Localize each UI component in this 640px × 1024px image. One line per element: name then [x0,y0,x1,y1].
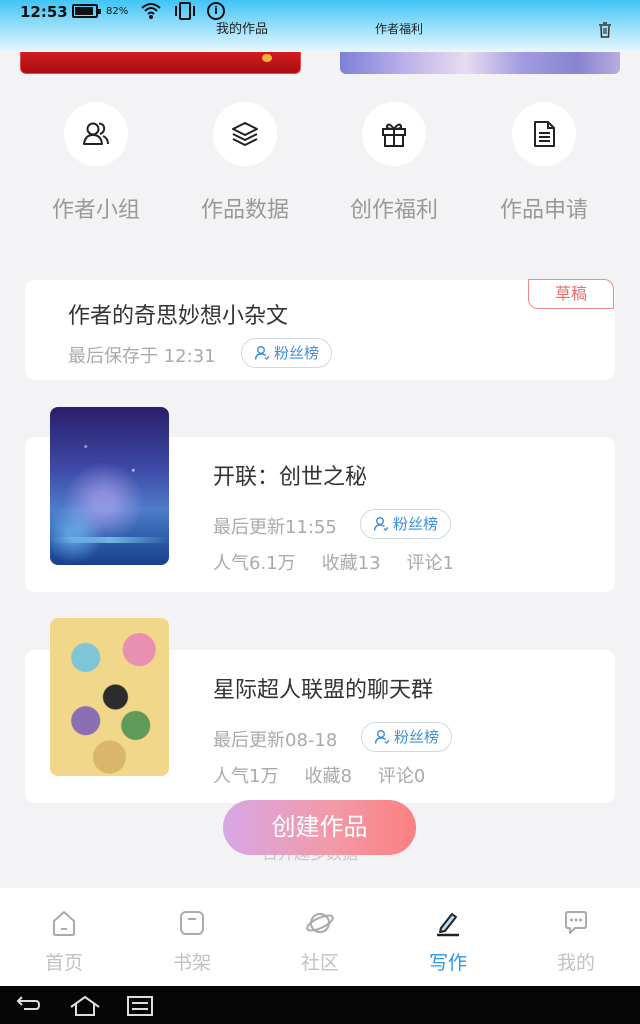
comments-count: 评论1 [406,553,454,574]
quick-action-creation-welfare[interactable]: 创作福利 [339,102,449,232]
nav-home[interactable]: 首页 [0,888,128,986]
nav-label: 我的 [556,952,595,974]
nav-bookshelf[interactable]: 书架 [128,888,256,986]
quick-action-label: 作品申请 [499,198,588,223]
people-icon [83,122,109,145]
fans-ranking-button[interactable]: 粉丝榜 [361,722,453,752]
popularity-count: 人气1万 [213,766,279,787]
draft-badge: 草稿 [528,279,614,309]
work-title: 开联：创世之秘 [213,465,368,490]
draft-card[interactable]: 草稿 作者的奇思妙想小杂文 最后保存于 12:31 粉丝榜 [25,279,615,380]
fans-ranking-button[interactable]: 粉丝榜 [241,338,333,368]
wifi-icon [141,3,161,19]
nav-community[interactable]: 社区 [256,888,384,986]
recent-apps-icon[interactable] [126,995,154,1017]
user-icon [374,730,390,744]
home-icon [53,911,75,936]
status-time: 12:53 [20,3,68,21]
nav-writing[interactable]: 写作 [384,888,512,986]
work-stats: 人气1万 收藏8 评论0 [213,762,451,788]
work-updated-time: 最后更新08-18 [213,730,338,751]
nav-label: 首页 [44,952,83,974]
pen-icon [437,913,459,937]
fans-ranking-label: 粉丝榜 [394,728,440,746]
battery-icon [72,4,101,18]
battery-percent: 82% [106,6,129,17]
comments-count: 评论0 [377,766,426,787]
document-icon [534,121,555,147]
fans-ranking-button[interactable]: 粉丝榜 [360,509,452,539]
quick-action-label: 作品数据 [200,198,289,223]
back-icon[interactable] [14,995,42,1015]
quick-action-author-group[interactable]: 作者小组 [41,102,151,232]
tab-my-works[interactable]: 我的作品 [216,18,268,37]
create-work-button[interactable]: 创建作品 [223,800,416,855]
quick-action-work-data[interactable]: 作品数据 [190,102,300,232]
nav-label: 写作 [428,952,467,974]
nav-mine[interactable]: 我的 [512,888,640,986]
favorites-count: 收藏8 [304,766,352,787]
work-stats: 人气6.1万 收藏13 评论1 [213,549,480,575]
system-navigation-bar [0,986,640,1024]
status-bar: 12:53 82% i 我的作品 作者福利 [0,0,640,52]
bookshelf-icon [180,911,204,935]
user-icon [254,346,270,360]
work-title: 星际超人联盟的聊天群 [213,678,434,703]
favorites-count: 收藏13 [321,553,381,574]
vibrate-icon [175,2,195,20]
quick-action-work-application[interactable]: 作品申请 [489,102,599,232]
draft-title: 作者的奇思妙想小杂文 [68,304,289,329]
tab-author-welfare[interactable]: 作者福利 [375,20,423,37]
fans-ranking-label: 粉丝榜 [274,344,320,362]
promo-banner-left[interactable] [20,52,301,74]
trash-icon[interactable] [598,22,612,38]
gift-icon [382,123,406,147]
draft-saved-time: 最后保存于 12:31 [68,346,216,367]
work-cover-image[interactable] [50,407,169,565]
work-updated-time: 最后更新11:55 [213,517,337,538]
user-icon [373,517,389,531]
bottom-navigation: 首页 书架 社区 写作 我的 [0,888,640,986]
quick-action-label: 创作福利 [349,198,438,223]
chat-icon [565,911,587,934]
popularity-count: 人气6.1万 [213,553,296,574]
work-cover-image[interactable] [50,618,169,776]
planet-icon [306,913,334,933]
fans-ranking-label: 粉丝榜 [393,515,439,533]
nav-label: 书架 [172,952,211,974]
layers-icon [232,122,258,146]
promo-banner-right[interactable] [340,52,620,74]
home-button-icon[interactable] [68,995,102,1017]
nav-label: 社区 [300,952,339,974]
quick-action-label: 作者小组 [51,198,140,223]
